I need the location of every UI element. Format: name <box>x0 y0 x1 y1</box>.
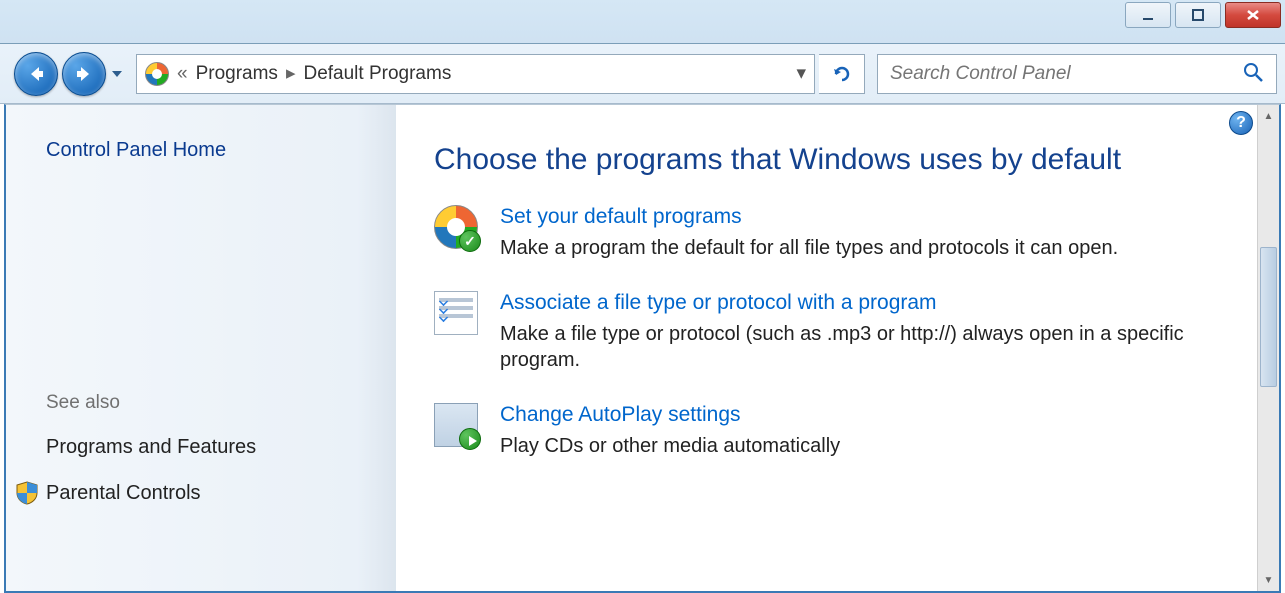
help-button[interactable]: ? <box>1229 111 1253 135</box>
arrow-right-icon <box>73 63 95 85</box>
associate-icon <box>434 291 478 335</box>
task-desc: Make a program the default for all file … <box>500 235 1241 261</box>
control-panel-home-link[interactable]: Control Panel Home <box>46 139 360 162</box>
sidebar-link-label: Parental Controls <box>46 482 201 505</box>
navigation-bar: « Programs ▸ Default Programs ▾ <box>0 44 1285 104</box>
task-set-default-programs: ✓ Set your default programs Make a progr… <box>434 205 1241 261</box>
page-heading: Choose the programs that Windows uses by… <box>434 143 1241 177</box>
sidebar-link-parental-controls[interactable]: Parental Controls <box>16 481 360 505</box>
refresh-icon <box>831 63 853 85</box>
address-breadcrumb[interactable]: « Programs ▸ Default Programs ▾ <box>136 54 815 94</box>
refresh-button[interactable] <box>819 54 865 94</box>
task-desc: Make a file type or protocol (such as .m… <box>500 321 1241 373</box>
control-panel-icon <box>145 62 169 86</box>
task-link-autoplay[interactable]: Change AutoPlay settings <box>500 403 1241 427</box>
search-box[interactable] <box>877 54 1277 94</box>
chevron-down-icon <box>111 68 123 80</box>
sidebar: Control Panel Home See also Programs and… <box>6 105 396 591</box>
main-panel: ? Choose the programs that Windows uses … <box>396 105 1279 591</box>
window-titlebar <box>0 0 1285 44</box>
search-icon[interactable] <box>1242 61 1264 86</box>
task-change-autoplay: Change AutoPlay settings Play CDs or oth… <box>434 403 1241 459</box>
recent-pages-dropdown[interactable] <box>108 65 126 83</box>
scroll-track[interactable] <box>1258 127 1279 569</box>
task-link-set-default[interactable]: Set your default programs <box>500 205 1241 229</box>
scroll-up-arrow[interactable]: ▲ <box>1258 105 1279 127</box>
forward-button[interactable] <box>62 52 106 96</box>
sidebar-link-label: Programs and Features <box>46 436 256 459</box>
arrow-left-icon <box>25 63 47 85</box>
shield-icon <box>16 481 38 505</box>
default-programs-icon: ✓ <box>434 205 478 249</box>
breadcrumb-back-chevron[interactable]: « <box>177 63 188 85</box>
task-desc: Play CDs or other media automatically <box>500 433 1241 459</box>
autoplay-icon <box>434 403 478 447</box>
breadcrumb-level-2[interactable]: Default Programs <box>303 63 451 85</box>
breadcrumb-dropdown-icon[interactable]: ▾ <box>796 62 806 85</box>
see-also-label: See also <box>46 392 360 414</box>
back-button[interactable] <box>14 52 58 96</box>
window-controls <box>1125 2 1281 28</box>
search-input[interactable] <box>890 63 1242 85</box>
scroll-thumb[interactable] <box>1260 247 1277 387</box>
scroll-down-arrow[interactable]: ▼ <box>1258 569 1279 591</box>
maximize-button[interactable] <box>1175 2 1221 28</box>
close-button[interactable] <box>1225 2 1281 28</box>
task-link-associate[interactable]: Associate a file type or protocol with a… <box>500 291 1241 315</box>
breadcrumb-level-1[interactable]: Programs <box>196 63 278 85</box>
task-associate-file-type: Associate a file type or protocol with a… <box>434 291 1241 373</box>
breadcrumb-separator-icon: ▸ <box>286 62 296 85</box>
minimize-button[interactable] <box>1125 2 1171 28</box>
scrollbar[interactable]: ▲ ▼ <box>1257 105 1279 591</box>
content-area: Control Panel Home See also Programs and… <box>4 104 1281 593</box>
sidebar-link-programs-features[interactable]: Programs and Features <box>46 436 360 459</box>
